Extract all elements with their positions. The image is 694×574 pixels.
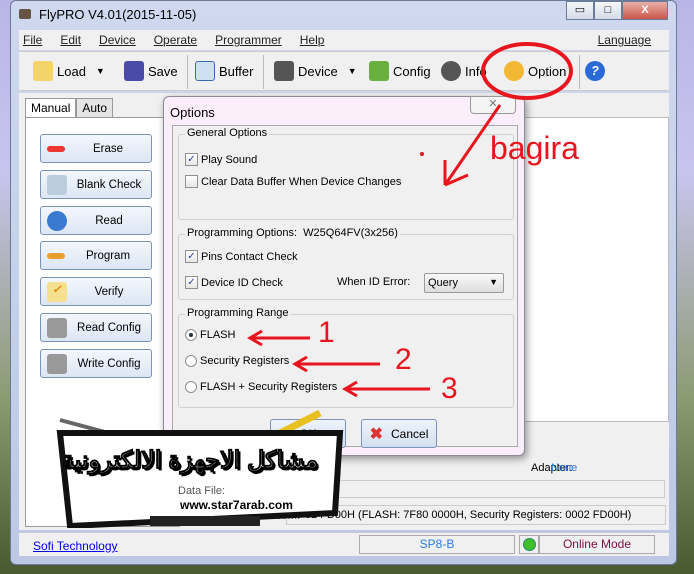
config-gear-icon xyxy=(369,61,389,81)
program-button[interactable]: Program xyxy=(40,241,152,270)
option-button[interactable]: Option xyxy=(504,61,566,81)
read-button[interactable]: Read xyxy=(40,206,152,235)
toolbar: Load ▼ Save Buffer Device ▼ Config Info Op… xyxy=(19,51,669,91)
checkmark-icon: ✓ xyxy=(47,281,67,302)
erase-button[interactable]: Erase xyxy=(40,134,152,163)
device-button[interactable]: Device ▼ xyxy=(274,61,357,81)
menu-help[interactable]: Help xyxy=(300,33,325,47)
status-bar: Sofi Technology SP8-B Online Mode xyxy=(19,532,669,556)
buffer-label: Buffer xyxy=(219,63,254,79)
load-button[interactable]: Load ▼ xyxy=(33,61,105,81)
device-id-check-checkbox[interactable]: ✓ Device ID Check xyxy=(185,276,283,289)
status-led-icon xyxy=(519,535,539,554)
menu-language[interactable]: Language xyxy=(598,33,651,47)
load-dropdown-icon[interactable]: ▼ xyxy=(96,66,105,76)
verify-button[interactable]: ✓ Verify xyxy=(40,277,152,306)
play-sound-checkbox[interactable]: ✓ Play Sound xyxy=(185,153,257,166)
menu-file[interactable]: File xyxy=(23,33,42,47)
device-name: W25Q64FV(3x256) xyxy=(303,227,398,239)
config-button[interactable]: Config xyxy=(369,61,431,81)
device-label: Device xyxy=(298,63,338,79)
cancel-button[interactable]: ✖ Cancel xyxy=(361,419,437,448)
folder-icon xyxy=(33,61,53,81)
dialog-close-button[interactable]: ✕ xyxy=(470,96,516,114)
annotation-number-2: 2 xyxy=(395,343,412,376)
range-security-radio[interactable]: Security Registers xyxy=(185,355,289,367)
maximize-button[interactable]: □ xyxy=(594,1,622,20)
read-config-button[interactable]: Read Config xyxy=(40,313,152,342)
menu-device[interactable]: Device xyxy=(99,33,136,47)
data-file-label: Data File: xyxy=(178,485,226,497)
tools-icon xyxy=(47,353,67,374)
menu-programmer[interactable]: Programmer xyxy=(215,33,282,47)
menu-bar: File Edit Device Operate Programmer Help… xyxy=(19,30,669,50)
general-options-label: General Options xyxy=(185,127,270,139)
buffer-icon xyxy=(195,61,215,81)
floppy-icon xyxy=(124,61,144,81)
annotation-author: bagira xyxy=(490,130,579,166)
general-options-group: General Options ✓ Play Sound Clear Data B… xyxy=(178,127,514,220)
annotation-number-3: 3 xyxy=(441,372,458,405)
programming-options-group: Programming Options: W25Q64FV(3x256) ✓ Pi… xyxy=(178,227,514,300)
window-title: FlyPRO V4.01(2015-11-05) xyxy=(39,7,197,22)
watermark-arabic: مشاكل الاجهزة الالكترونية xyxy=(61,447,319,475)
id-error-select[interactable]: Query ▼ xyxy=(424,273,504,293)
mode-indicator: Online Mode xyxy=(539,535,655,554)
menu-operate[interactable]: Operate xyxy=(154,33,197,47)
annotation-number-1: 1 xyxy=(318,316,335,349)
option-label: Option xyxy=(528,63,567,79)
range-flash-radio[interactable]: FLASH xyxy=(185,329,235,341)
cancel-x-icon: ✖ xyxy=(369,425,384,443)
magnifier-icon xyxy=(47,174,67,195)
id-error-label: When ID Error: xyxy=(337,276,411,288)
info-button[interactable]: Info xyxy=(441,61,487,81)
help-icon: ? xyxy=(585,61,605,81)
help-button[interactable]: ? xyxy=(585,61,605,81)
pencil-icon xyxy=(47,252,65,259)
chevron-down-icon: ▼ xyxy=(489,277,498,287)
range-both-radio[interactable]: FLASH + Security Registers xyxy=(185,381,337,393)
watermark-logo: مشاكل الاجهزة الالكترونية www.star7arab.… xyxy=(30,408,350,530)
programming-options-label: Programming Options: xyxy=(187,227,298,239)
company-link[interactable]: Sofi Technology xyxy=(33,539,118,553)
minimize-button[interactable]: ▭ xyxy=(566,1,594,20)
watermark-url: www.star7arab.com xyxy=(180,498,293,512)
pins-check-checkbox[interactable]: ✓ Pins Contact Check xyxy=(185,250,298,263)
menu-edit[interactable]: Edit xyxy=(60,33,81,47)
blank-check-button[interactable]: Blank Check xyxy=(40,170,152,199)
programming-range-label: Programming Range xyxy=(185,307,291,319)
config-label: Config xyxy=(393,63,431,79)
options-dialog: Options ✕ General Options ✓ Play Sound Cl… xyxy=(163,96,525,456)
adapter-value: None xyxy=(551,462,578,474)
read-arrow-icon xyxy=(47,210,67,231)
write-config-button[interactable]: Write Config xyxy=(40,349,152,378)
info-label: Info xyxy=(465,63,487,79)
tools-icon xyxy=(47,317,67,338)
buffer-button[interactable]: Buffer xyxy=(195,61,253,81)
dialog-title: Options xyxy=(170,105,215,120)
tab-auto[interactable]: Auto xyxy=(76,98,114,118)
eraser-icon xyxy=(47,145,65,152)
save-label: Save xyxy=(148,63,178,79)
gear-icon xyxy=(504,61,524,81)
programmer-model: SP8-B xyxy=(359,535,515,554)
chip-icon xyxy=(274,61,294,81)
tab-manual[interactable]: Manual xyxy=(25,98,77,118)
clear-buffer-checkbox[interactable]: Clear Data Buffer When Device Changes xyxy=(185,175,401,188)
app-icon xyxy=(19,9,31,19)
device-dropdown-icon[interactable]: ▼ xyxy=(348,66,357,76)
load-label: Load xyxy=(57,63,86,79)
save-button[interactable]: Save xyxy=(124,61,178,81)
close-button[interactable]: X xyxy=(622,1,668,20)
programming-range-group: Programming Range FLASH Security Registe… xyxy=(178,307,514,408)
info-icon xyxy=(441,61,461,81)
